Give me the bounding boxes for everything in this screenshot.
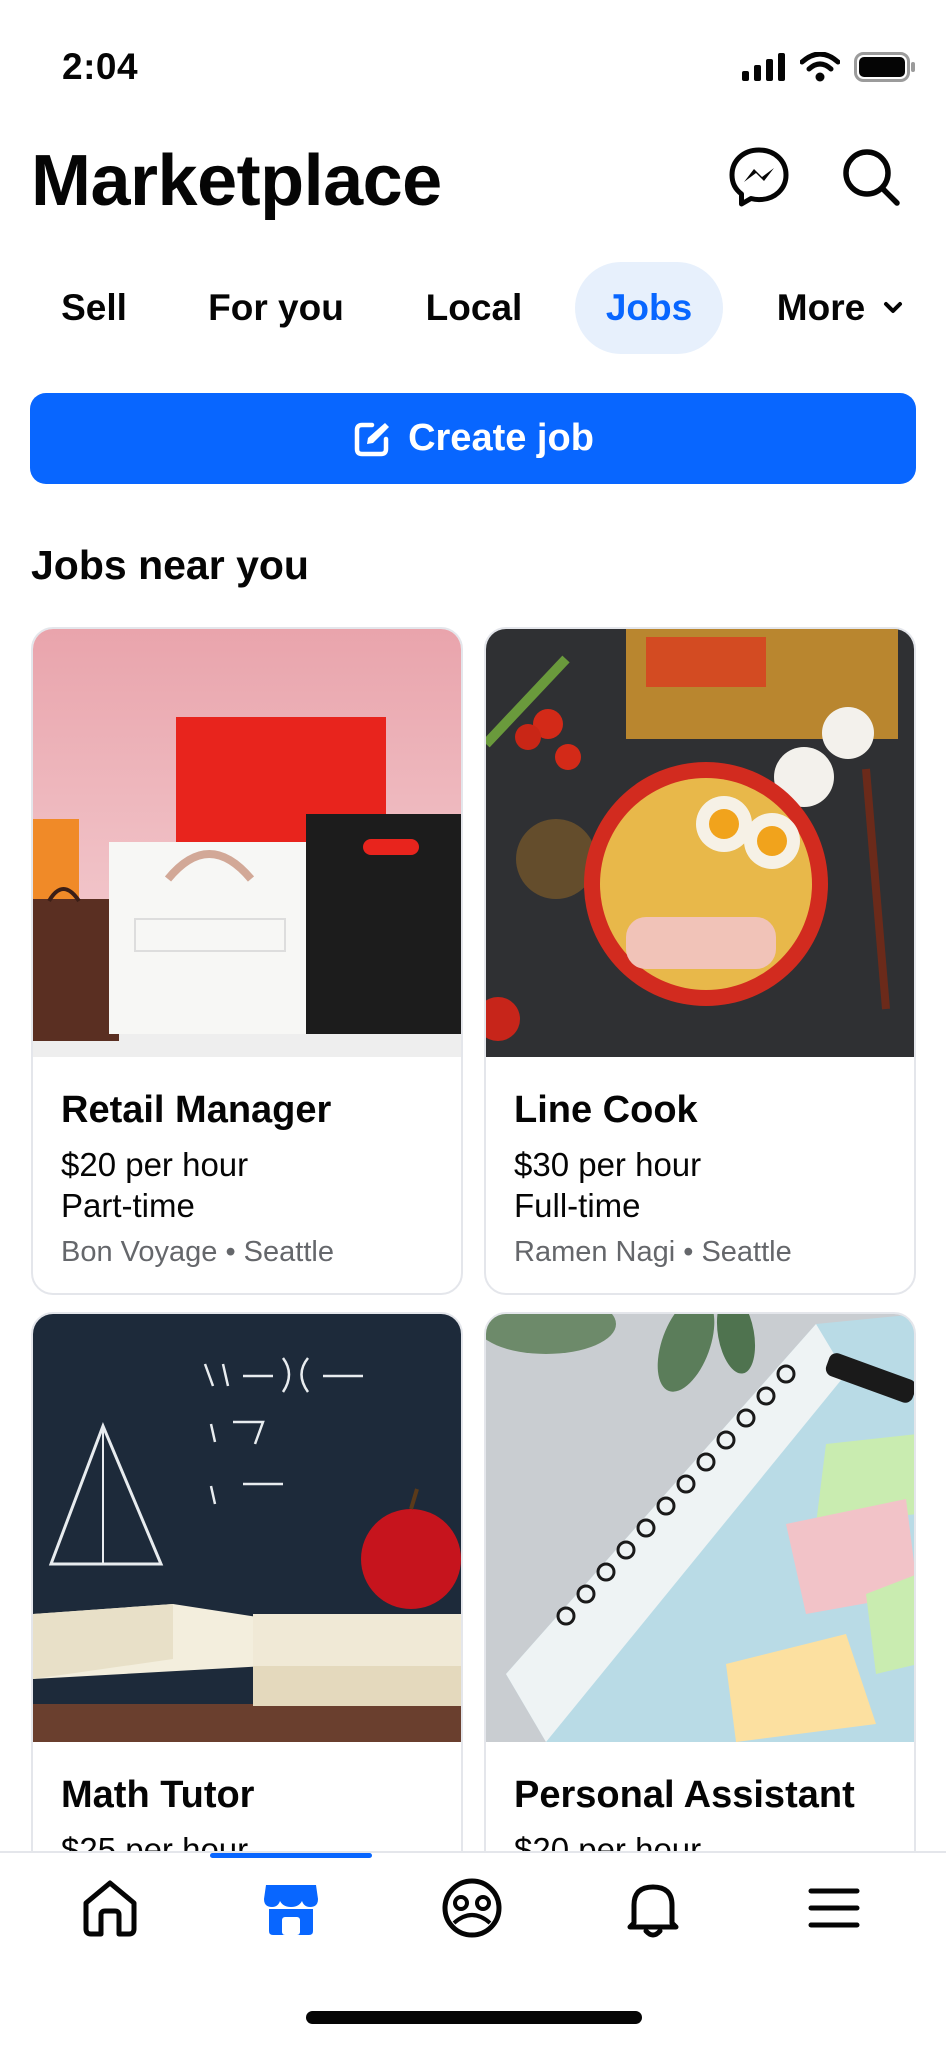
nav-menu[interactable] [744,1853,924,1963]
battery-icon [854,52,915,82]
job-title: Math Tutor [61,1774,255,1816]
tab-more[interactable]: More [760,262,920,354]
job-card-line-cook[interactable]: Line Cook $30 per hour Full-time Ramen N… [484,627,916,1295]
tab-jobs[interactable]: Jobs [575,262,723,354]
notifications-icon [627,1884,679,1938]
create-job-label: Create job [408,417,594,459]
job-image-shopping-bags [33,629,461,1057]
status-icons [742,52,916,82]
job-card-body: Line Cook $30 per hour Full-time Ramen N… [486,1057,914,1293]
job-card-retail-manager[interactable]: Retail Manager $20 per hour Part-time Bo… [31,627,463,1295]
job-title: Line Cook [514,1089,698,1131]
page-title: Marketplace [31,141,442,221]
home-icon [83,1880,137,1937]
home-indicator [306,2011,642,2024]
wifi-icon [800,52,840,82]
create-job-button[interactable]: Create job [30,393,916,484]
search-button[interactable] [836,142,906,212]
groups-icon [442,1878,502,1938]
nav-notifications[interactable] [563,1853,743,1963]
section-title: Jobs near you [31,542,309,588]
tabs: Sell For you Local Jobs More [0,262,946,354]
job-employer-location: Bon Voyage • Seattle [61,1236,334,1268]
job-image-chalkboard [33,1314,461,1742]
job-pay: $20 per hour [61,1146,249,1183]
nav-home[interactable] [20,1853,200,1963]
messenger-button[interactable] [724,142,794,212]
job-employer-location: Ramen Nagi • Seattle [514,1236,792,1268]
job-type: Part-time [61,1187,195,1224]
edit-icon [354,422,390,456]
job-card-personal-assistant[interactable]: Personal Assistant $20 per hour [484,1312,916,1896]
search-icon [843,149,900,206]
header: Marketplace [0,130,946,230]
tab-for-you[interactable]: For you [190,262,362,354]
messenger-icon [729,147,789,207]
job-title: Personal Assistant [514,1774,855,1816]
signal-icon [742,53,785,81]
job-title: Retail Manager [61,1089,332,1131]
nav-groups[interactable] [382,1853,562,1963]
status-bar: 2:04 [0,0,946,130]
job-pay: $30 per hour [514,1146,702,1183]
tab-local[interactable]: Local [410,262,538,354]
tab-sell[interactable]: Sell [32,262,156,354]
nav-marketplace[interactable] [201,1853,381,1963]
job-type: Full-time [514,1187,641,1224]
chevron-down-icon [884,302,903,313]
job-card-math-tutor[interactable]: Math Tutor $25 per hour [31,1312,463,1896]
status-time: 2:04 [62,46,139,87]
menu-icon [808,1888,860,1928]
marketplace-icon [264,1885,318,1935]
job-card-body: Retail Manager $20 per hour Part-time Bo… [33,1057,461,1293]
job-image-notebook [486,1314,914,1742]
job-image-ramen [486,629,914,1057]
